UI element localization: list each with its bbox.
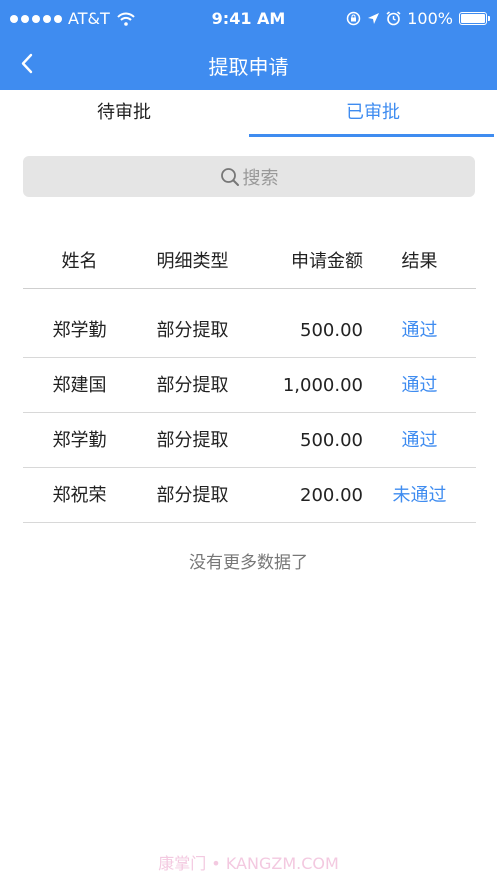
location-arrow-icon: [368, 13, 380, 24]
header-result: 结果: [401, 251, 438, 272]
table-row[interactable]: 郑学勤 部分提取 500.00 通过: [23, 303, 476, 358]
row-name: 郑学勤: [52, 430, 107, 451]
row-amount: 500.00: [300, 320, 363, 341]
header-type: 明细类型: [156, 251, 229, 272]
table-row[interactable]: 郑建国 部分提取 1,000.00 通过: [23, 358, 476, 413]
tab-approved[interactable]: 已审批: [249, 90, 497, 138]
row-amount: 200.00: [300, 485, 363, 506]
row-amount: 1,000.00: [282, 375, 363, 396]
search-icon: [220, 167, 239, 186]
header-name: 姓名: [61, 251, 98, 272]
row-result[interactable]: 未通过: [363, 468, 476, 523]
row-result[interactable]: 通过: [363, 303, 476, 358]
page-title: 提取申请: [208, 55, 289, 79]
row-type: 部分提取: [156, 485, 229, 506]
row-amount: 500.00: [300, 430, 363, 451]
tab-bar: 待审批 已审批: [0, 90, 497, 138]
row-result[interactable]: 通过: [363, 358, 476, 413]
status-bar: AT&T 9:41 AM 100%: [0, 0, 497, 38]
tab-pending[interactable]: 待审批: [0, 90, 248, 138]
row-result[interactable]: 通过: [363, 413, 476, 468]
no-more-data-label: 没有更多数据了: [189, 553, 308, 573]
watermark: 康掌门 • KANGZM.COM: [158, 854, 339, 873]
row-type: 部分提取: [156, 320, 229, 341]
row-name: 郑学勤: [52, 320, 107, 341]
row-type: 部分提取: [156, 375, 229, 396]
battery-icon: [459, 12, 490, 25]
table-row[interactable]: 郑学勤 部分提取 500.00 通过: [23, 413, 476, 468]
nav-bar: 提取申请: [0, 38, 497, 90]
approval-table: 姓名 明细类型 申请金额 结果 郑学勤 部分提取 500.00 通过 郑建国 部…: [23, 234, 476, 523]
alarm-icon: [386, 11, 401, 26]
battery-percent: 100%: [407, 9, 453, 28]
header-amount: 申请金额: [291, 251, 363, 272]
search-input[interactable]: 搜索: [23, 156, 475, 197]
table-header: 姓名 明细类型 申请金额 结果: [23, 234, 476, 289]
row-name: 郑祝荣: [52, 485, 107, 506]
row-name: 郑建国: [52, 375, 107, 396]
rotation-lock-icon: [347, 11, 361, 26]
row-type: 部分提取: [156, 430, 229, 451]
status-right: 100%: [346, 9, 490, 28]
search-placeholder: 搜索: [242, 167, 279, 189]
table-row[interactable]: 郑祝荣 部分提取 200.00 未通过: [23, 468, 476, 523]
